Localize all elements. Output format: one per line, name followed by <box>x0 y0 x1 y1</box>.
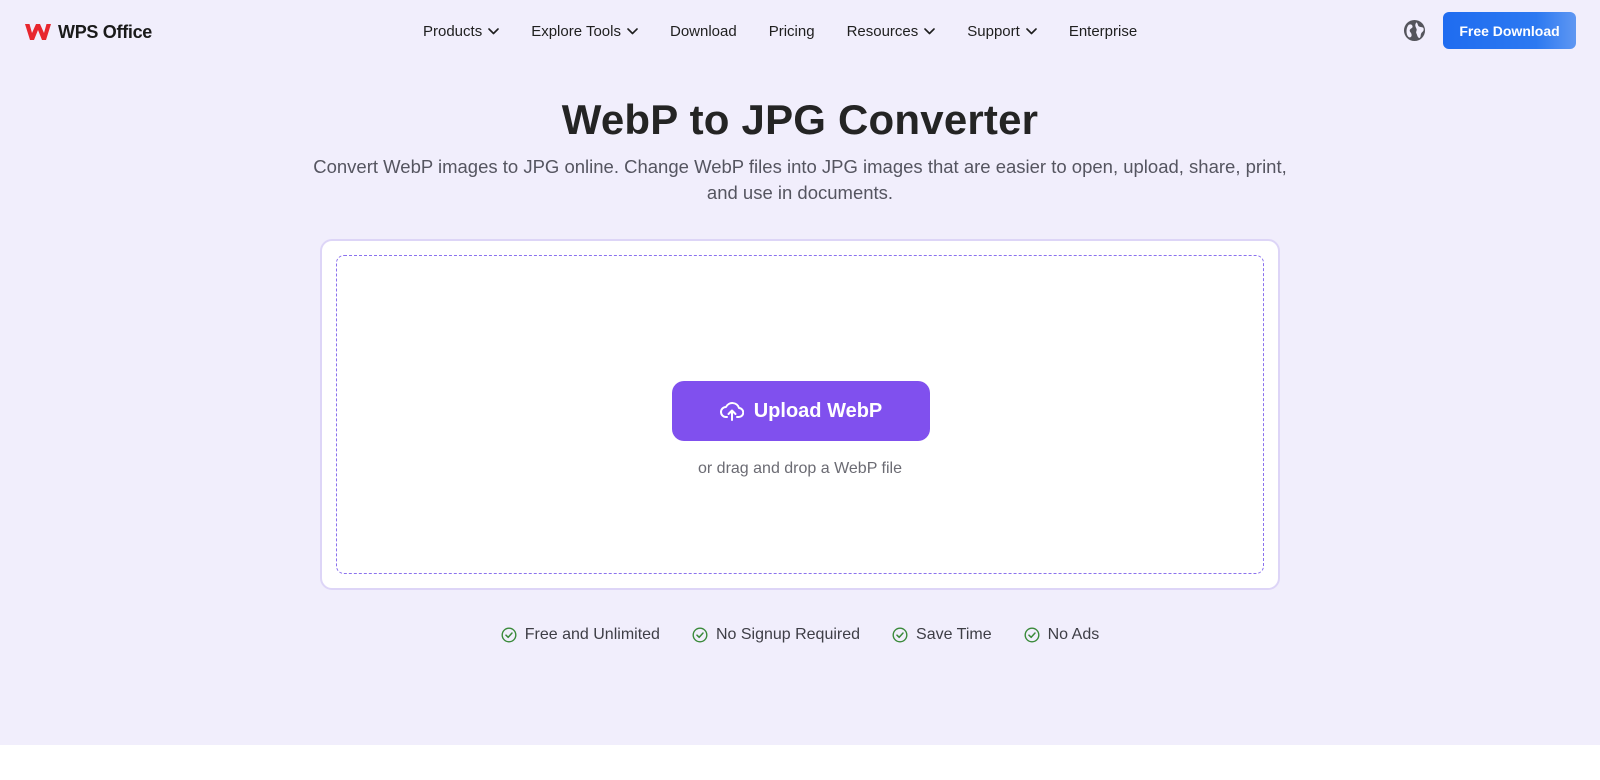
logo-text: WPS Office <box>58 21 153 42</box>
chevron-down-icon <box>488 27 500 34</box>
page-title: WebP to JPG Converter <box>561 96 1039 143</box>
wps-office-logo[interactable]: WPS Office <box>24 20 152 44</box>
drag-drop-hint: or drag and drop a WebP file <box>698 460 902 477</box>
nav-item-label: Support <box>967 22 1020 40</box>
feature-label: Save Time <box>916 626 992 643</box>
nav-item-label: Download <box>669 22 737 40</box>
check-circle-icon <box>892 627 908 643</box>
nav-item-label: Explore Tools <box>531 22 621 40</box>
feature-item: No Signup Required <box>692 626 860 644</box>
feature-item: Free and Unlimited <box>501 626 660 644</box>
feature-label: No Ads <box>1047 626 1100 643</box>
page-subtitle: Convert WebP images to JPG online. Chang… <box>313 156 1287 203</box>
upload-button-label: Upload WebP <box>753 399 883 422</box>
chevron-down-icon <box>1026 27 1037 34</box>
nav-item-resources[interactable]: Resources <box>847 23 936 40</box>
chevron-down-icon <box>627 27 638 34</box>
file-dropzone[interactable]: Upload WebP or drag and drop a WebP file <box>336 255 1264 574</box>
feature-list: Free and Unlimited No Signup Required Sa… <box>0 624 1600 646</box>
nav-item-label: Products <box>423 22 483 40</box>
cloud-upload-icon <box>719 402 744 421</box>
nav-item-download[interactable]: Download <box>670 23 737 40</box>
feature-label: Free and Unlimited <box>524 626 660 643</box>
globe-icon[interactable] <box>1403 19 1426 42</box>
chevron-down-icon <box>924 27 936 34</box>
top-navigation-bar: WPS Office Products Explore Tools Downlo… <box>0 0 1600 62</box>
nav-item-enterprise[interactable]: Enterprise <box>1069 23 1137 40</box>
check-circle-icon <box>501 627 517 643</box>
nav-item-explore-tools[interactable]: Explore Tools <box>531 23 638 40</box>
nav-item-label: Enterprise <box>1068 22 1138 40</box>
free-download-button[interactable]: Free Download <box>1443 12 1576 49</box>
upload-webp-button[interactable]: Upload WebP <box>672 381 930 441</box>
nav-item-products[interactable]: Products <box>423 22 500 40</box>
check-circle-icon <box>1024 627 1040 643</box>
feature-item: Save Time <box>892 626 992 644</box>
nav-item-pricing[interactable]: Pricing <box>769 23 815 40</box>
feature-label: No Signup Required <box>715 626 861 643</box>
nav-item-label: Pricing <box>768 22 815 40</box>
nav-item-support[interactable]: Support <box>967 23 1037 40</box>
nav-item-label: Resources <box>846 22 919 40</box>
check-circle-icon <box>692 627 708 643</box>
main-nav: Products Explore Tools Download Pricing … <box>423 18 1137 44</box>
feature-item: No Ads <box>1024 626 1100 644</box>
upload-card: Upload WebP or drag and drop a WebP file <box>320 239 1280 590</box>
wps-logo-icon <box>25 24 51 40</box>
